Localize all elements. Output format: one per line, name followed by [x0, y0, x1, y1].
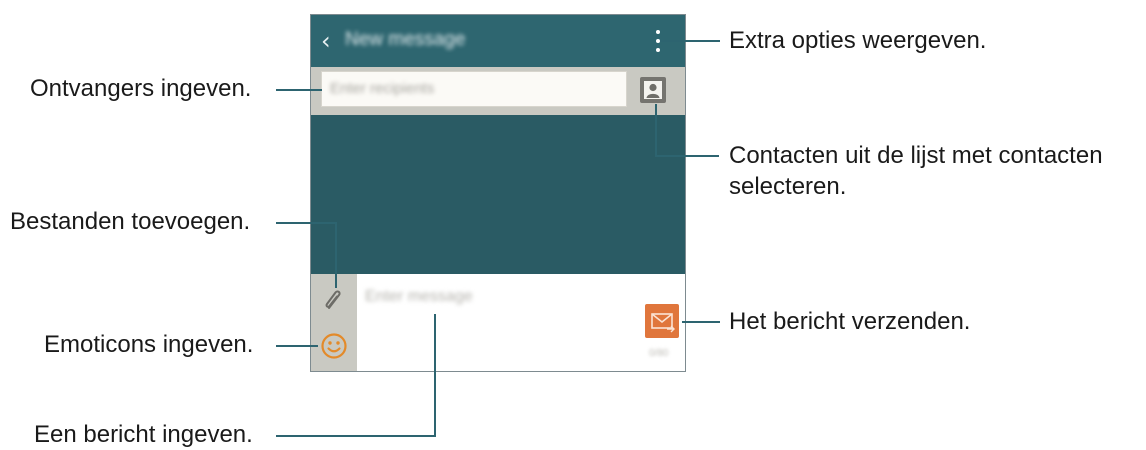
- recipient-placeholder: Enter recipients: [330, 80, 435, 97]
- back-icon[interactable]: ‹: [321, 27, 345, 55]
- compose-area: Enter message 0/80: [311, 274, 685, 371]
- app-bar: ‹ New message: [311, 15, 685, 67]
- smiley-icon[interactable]: [319, 331, 349, 361]
- callout-send: Het bericht verzenden.: [729, 308, 971, 335]
- leader-send: [682, 321, 720, 323]
- callout-emoticons: Emoticons ingeven.: [44, 331, 254, 358]
- paperclip-icon[interactable]: [322, 287, 346, 313]
- leader-attach-vertical: [335, 222, 337, 288]
- callout-contacts-line1: Contacten uit de lijst met contacten: [729, 142, 1103, 169]
- leader-recipients: [276, 89, 322, 91]
- callout-recipients: Ontvangers ingeven.: [30, 75, 252, 102]
- callout-contacts-line2: selecteren.: [729, 173, 847, 200]
- leader-contacts-vertical: [655, 104, 657, 156]
- contact-icon[interactable]: [640, 77, 666, 103]
- character-counter: 0/80: [649, 348, 669, 359]
- phone-screen: ‹ New message Enter recipients Enter mes…: [310, 14, 686, 372]
- recipient-bar: Enter recipients: [311, 67, 685, 115]
- compose-tool-bar: [311, 274, 357, 371]
- leader-attach-horizontal: [276, 222, 336, 224]
- leader-contacts-horizontal: [655, 155, 719, 157]
- message-placeholder: Enter message: [365, 288, 473, 305]
- screen-title: New message: [345, 29, 466, 50]
- send-icon[interactable]: [645, 304, 679, 338]
- leader-emoticons: [276, 345, 318, 347]
- callout-message: Een bericht ingeven.: [34, 421, 253, 448]
- callout-attach: Bestanden toevoegen.: [10, 208, 251, 235]
- leader-more-options: [660, 40, 720, 42]
- leader-message-horizontal: [276, 435, 436, 437]
- recipient-input[interactable]: Enter recipients: [321, 71, 627, 107]
- leader-message-vertical: [434, 314, 436, 437]
- callout-more-options: Extra opties weergeven.: [729, 27, 987, 54]
